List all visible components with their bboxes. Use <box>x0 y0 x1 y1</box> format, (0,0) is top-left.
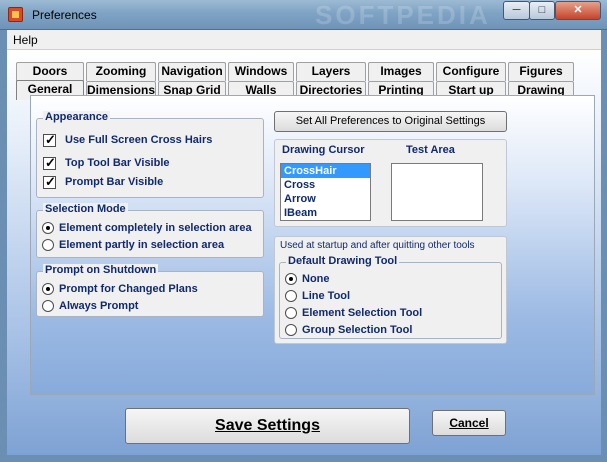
prompt-bar-label: Prompt Bar Visible <box>65 176 164 188</box>
prompt-on-shutdown-group: Prompt on Shutdown Prompt for Changed Pl… <box>36 264 264 317</box>
cancel-button[interactable]: Cancel <box>432 410 506 436</box>
tab-layers[interactable]: Layers <box>296 62 366 81</box>
watermark-text: SOFTPEDIA <box>315 0 491 30</box>
fullscreen-crosshairs-label: Use Full Screen Cross Hairs <box>65 134 213 146</box>
title-bar: Preferences SOFTPEDIA ─ □ ✕ <box>0 0 607 30</box>
window-title: Preferences <box>32 8 97 22</box>
tool-element-selection-radio[interactable] <box>285 307 297 319</box>
test-area-label: Test Area <box>406 144 455 156</box>
checkmark-icon: ✓ <box>45 132 56 147</box>
selection-mode-label: Selection Mode <box>43 203 128 215</box>
test-area-box[interactable] <box>391 163 483 221</box>
cursor-option-arrow[interactable]: Arrow <box>281 192 370 206</box>
tool-group-selection-radio[interactable] <box>285 324 297 336</box>
minimize-button[interactable]: ─ <box>503 1 530 20</box>
default-tool-group: Default Drawing Tool None Line Tool Elem… <box>279 255 502 339</box>
tab-doors[interactable]: Doors <box>16 62 84 81</box>
checkmark-icon: ✓ <box>45 174 56 189</box>
close-button[interactable]: ✕ <box>555 1 601 20</box>
default-tool-container: Used at startup and after quitting other… <box>274 236 507 344</box>
drawing-cursor-label: Drawing Cursor <box>282 144 365 156</box>
always-prompt-label: Always Prompt <box>59 300 139 312</box>
prompt-changed-plans-radio[interactable] <box>42 283 54 295</box>
fullscreen-crosshairs-checkbox[interactable]: ✓ <box>43 132 56 147</box>
save-settings-label: Save Settings <box>215 417 320 434</box>
maximize-button[interactable]: □ <box>529 1 555 20</box>
cursor-option-cross[interactable]: Cross <box>281 178 370 192</box>
top-toolbar-label: Top Tool Bar Visible <box>65 157 170 169</box>
cursor-option-ibeam[interactable]: IBeam <box>281 206 370 220</box>
selection-complete-label: Element completely in selection area <box>59 222 252 234</box>
selection-mode-group: Selection Mode Element completely in sel… <box>36 203 264 258</box>
appearance-label: Appearance <box>43 111 110 123</box>
prompt-bar-checkbox[interactable]: ✓ <box>43 174 56 189</box>
prompt-changed-plans-label: Prompt for Changed Plans <box>59 283 198 295</box>
always-prompt-radio[interactable] <box>42 300 54 312</box>
app-icon <box>8 7 23 22</box>
drawing-cursor-list[interactable]: CrossHair Cross Arrow IBeam <box>280 163 371 221</box>
tool-element-selection-label: Element Selection Tool <box>302 307 423 319</box>
appearance-group: Appearance ✓ Use Full Screen Cross Hairs… <box>36 111 264 198</box>
tool-none-label: None <box>302 273 330 285</box>
selection-partly-label: Element partly in selection area <box>59 239 225 251</box>
tab-zooming[interactable]: Zooming <box>86 62 156 81</box>
selection-complete-radio[interactable] <box>42 222 54 234</box>
default-tool-label: Default Drawing Tool <box>286 255 400 267</box>
default-tool-caption: Used at startup and after quitting other… <box>280 240 475 251</box>
tab-images[interactable]: Images <box>368 62 434 81</box>
cancel-label: Cancel <box>449 416 489 430</box>
cursor-option-crosshair[interactable]: CrossHair <box>281 164 370 178</box>
tab-windows[interactable]: Windows <box>228 62 294 81</box>
tab-figures[interactable]: Figures <box>508 62 574 81</box>
tab-navigation[interactable]: Navigation <box>158 62 226 81</box>
selection-partly-radio[interactable] <box>42 239 54 251</box>
reset-preferences-button[interactable]: Set All Preferences to Original Settings <box>274 111 507 132</box>
tab-configure[interactable]: Configure <box>436 62 506 81</box>
tool-group-selection-label: Group Selection Tool <box>302 324 413 336</box>
tool-line-label: Line Tool <box>302 290 351 302</box>
drawing-cursor-group: Drawing Cursor Test Area CrossHair Cross… <box>274 139 507 227</box>
menu-bar: Help <box>7 30 601 50</box>
save-settings-button[interactable]: Save Settings <box>125 408 410 444</box>
checkmark-icon: ✓ <box>45 155 56 170</box>
menu-help[interactable]: Help <box>13 33 38 47</box>
top-toolbar-checkbox[interactable]: ✓ <box>43 155 56 170</box>
tool-line-radio[interactable] <box>285 290 297 302</box>
prompt-on-shutdown-label: Prompt on Shutdown <box>43 264 159 276</box>
tool-none-radio[interactable] <box>285 273 297 285</box>
